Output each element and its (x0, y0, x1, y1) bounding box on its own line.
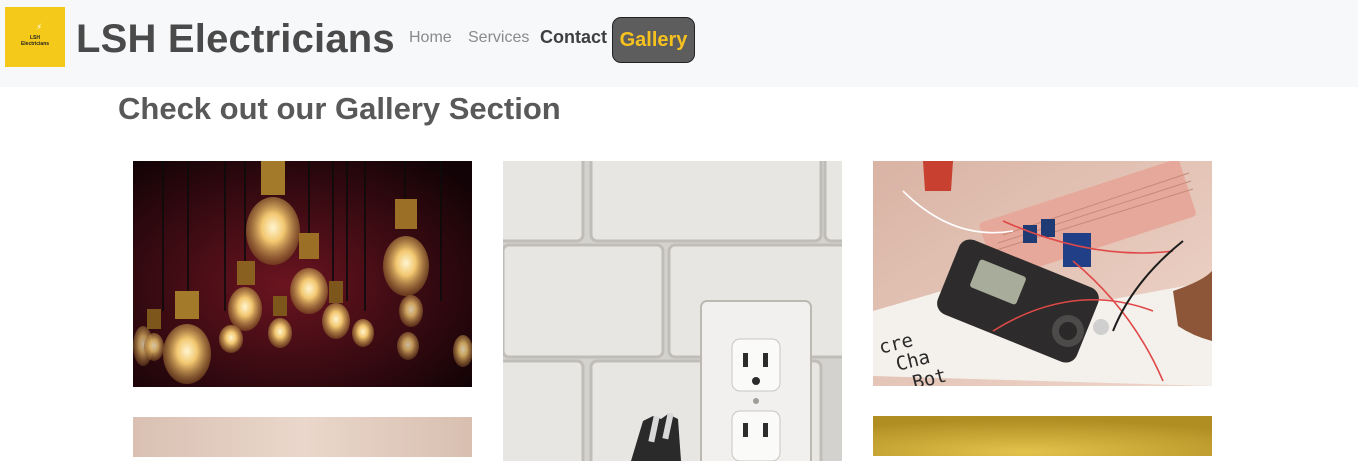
navbar: ⚡ LSH Electricians LSH Electricians Home… (0, 0, 1358, 87)
logo-text: LSH Electricians (5, 35, 65, 47)
brand-title[interactable]: LSH Electricians (76, 14, 395, 64)
nav-services-link[interactable]: Services (468, 28, 529, 48)
gallery-image-light-bulbs[interactable] (133, 161, 472, 387)
gallery-image-wall-outlet[interactable] (503, 161, 842, 461)
page-title: Check out our Gallery Section (118, 91, 561, 126)
lightning-bolt-icon: ⚡ (36, 22, 43, 32)
gallery-image-4[interactable] (133, 417, 472, 457)
nav-home-link[interactable]: Home (409, 28, 452, 48)
logo[interactable]: ⚡ LSH Electricians (5, 7, 65, 67)
gallery-image-multimeter[interactable]: cre Cha Bot (873, 161, 1212, 386)
nav-contact-link[interactable]: Contact (540, 27, 607, 47)
nav-gallery-button[interactable]: Gallery (612, 17, 695, 63)
gallery-image-5[interactable] (873, 416, 1212, 456)
logo-text-line2: Electricians (20, 41, 50, 47)
